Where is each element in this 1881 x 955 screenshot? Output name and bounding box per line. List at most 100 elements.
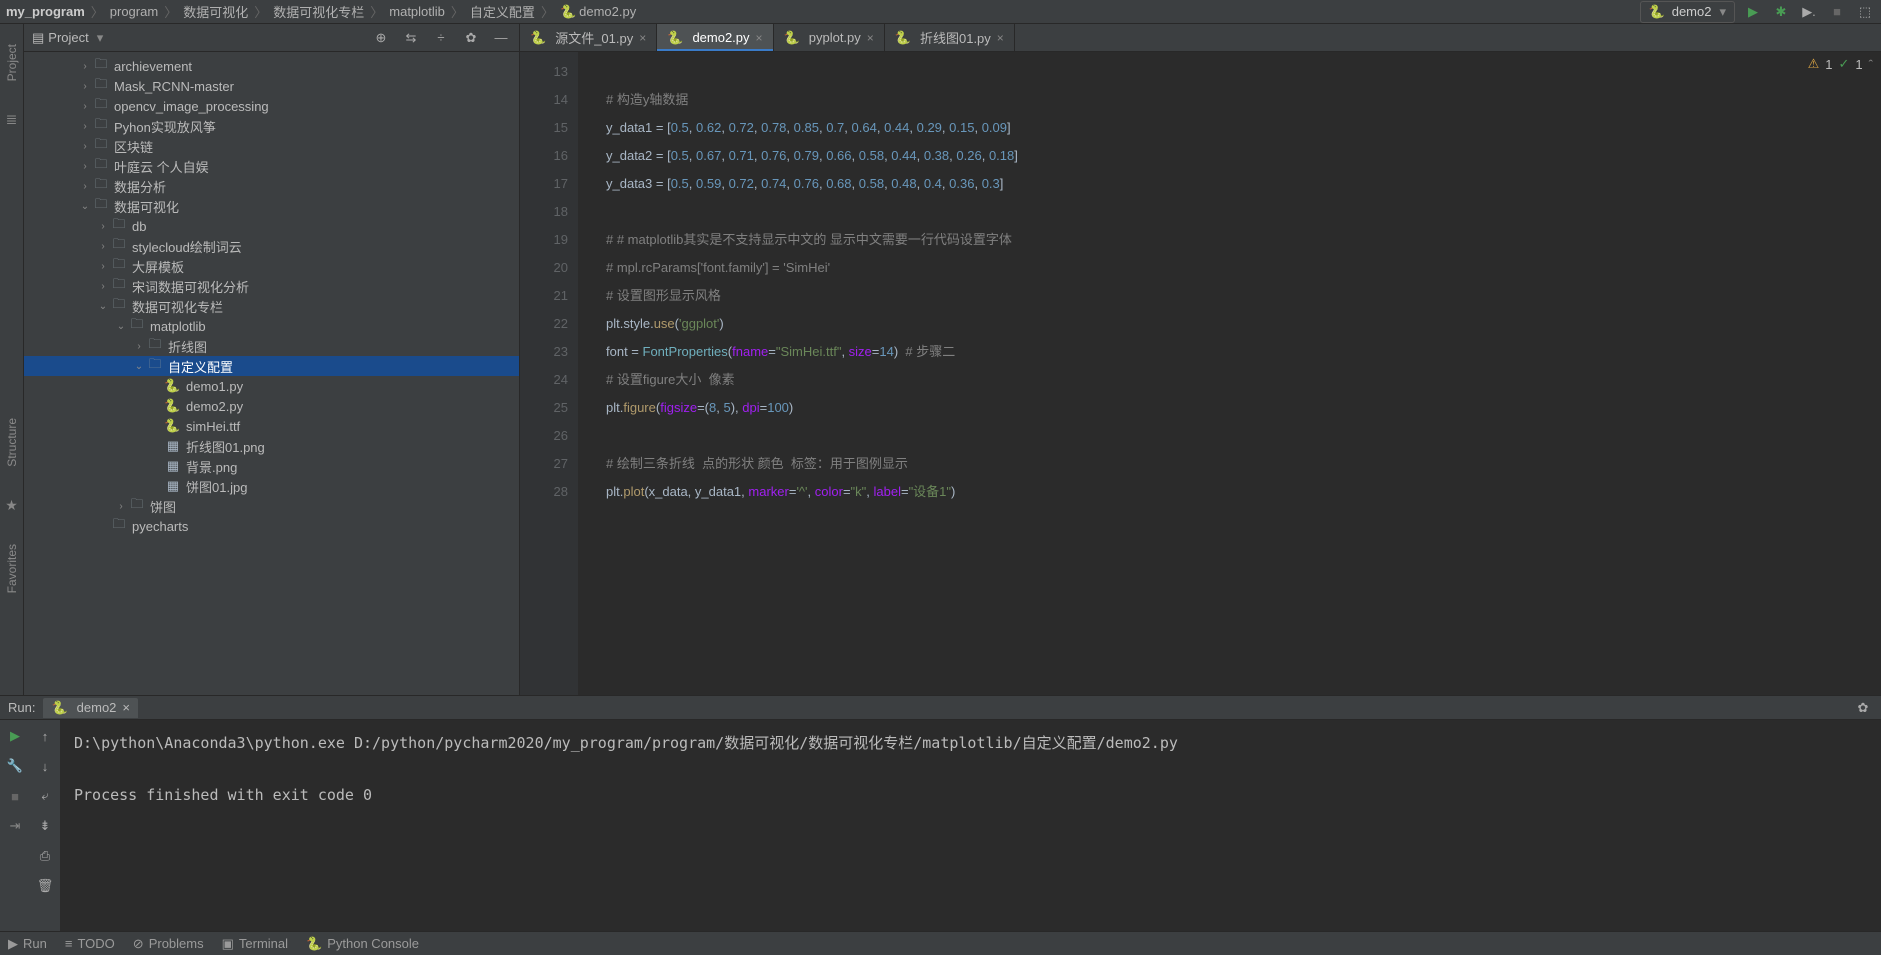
attach-button[interactable]: ▶.: [1799, 2, 1819, 22]
tree-item[interactable]: ›🗀Mask_RCNN-master: [24, 76, 519, 96]
breadcrumb-item[interactable]: program: [110, 4, 158, 19]
tree-arrow-icon[interactable]: ›: [132, 341, 146, 352]
tree-item[interactable]: 🐍demo2.py: [24, 396, 519, 416]
tree-item-label: stylecloud绘制词云: [132, 237, 242, 256]
structure-tool-tab[interactable]: Structure: [5, 418, 19, 467]
tree-item[interactable]: ›🗀饼图: [24, 496, 519, 516]
scroll-icon[interactable]: ⇟: [35, 816, 55, 836]
code-content[interactable]: # 构造y轴数据y_data1 = [0.5, 0.62, 0.72, 0.78…: [578, 52, 1881, 695]
down-arrow-icon[interactable]: ↓: [35, 756, 55, 776]
tree-item[interactable]: 🗀pyecharts: [24, 516, 519, 536]
python-console-bottom-tab[interactable]: 🐍Python Console: [306, 936, 419, 952]
run-output[interactable]: D:\python\Anaconda3\python.exe D:/python…: [60, 720, 1881, 931]
todo-bottom-tab[interactable]: ≡TODO: [65, 936, 115, 951]
structure-icon[interactable]: ≣: [6, 111, 18, 128]
close-icon[interactable]: ×: [997, 31, 1004, 45]
breadcrumb-item[interactable]: matplotlib: [389, 4, 445, 19]
tree-item[interactable]: 🐍simHei.ttf: [24, 416, 519, 436]
tree-item[interactable]: ›🗀stylecloud绘制词云: [24, 236, 519, 256]
tree-item[interactable]: ›🗀区块链: [24, 136, 519, 156]
tree-arrow-icon[interactable]: ›: [78, 61, 92, 72]
close-icon[interactable]: ×: [122, 700, 130, 715]
editor-tab[interactable]: 🐍源文件_01.py×: [520, 24, 657, 51]
tree-arrow-icon[interactable]: ⌄: [96, 301, 110, 312]
inspection-status[interactable]: ⚠1 ✓1 ˆ: [1808, 56, 1873, 72]
soft-wrap-icon[interactable]: ⤶: [35, 786, 55, 806]
exit-icon[interactable]: ⇥: [5, 816, 25, 836]
tree-item[interactable]: ⌄🗀数据可视化: [24, 196, 519, 216]
print-icon[interactable]: ⎙: [35, 846, 55, 866]
warning-count: 1: [1825, 57, 1832, 72]
tree-item[interactable]: ›🗀数据分析: [24, 176, 519, 196]
run-tab[interactable]: 🐍 demo2 ×: [43, 698, 138, 718]
tree-item[interactable]: ›🗀archievement: [24, 56, 519, 76]
breadcrumb-item[interactable]: 数据可视化专栏: [273, 2, 364, 21]
tree-arrow-icon[interactable]: ›: [96, 241, 110, 252]
editor-tab[interactable]: 🐍pyplot.py×: [774, 24, 885, 51]
tree-item[interactable]: ›🗀Pyhon实现放风筝: [24, 116, 519, 136]
tree-item[interactable]: ⌄🗀数据可视化专栏: [24, 296, 519, 316]
gear-icon[interactable]: ✿: [461, 28, 481, 48]
tree-item[interactable]: ›🗀折线图: [24, 336, 519, 356]
wrench-icon[interactable]: 🔧: [5, 756, 25, 776]
tree-arrow-icon[interactable]: ›: [78, 141, 92, 152]
expand-icon[interactable]: ⇆: [401, 28, 421, 48]
chevron-down-icon[interactable]: [93, 30, 104, 46]
tree-arrow-icon[interactable]: ›: [78, 81, 92, 92]
code-editor[interactable]: 13141516171819202122232425262728 # 构造y轴数…: [520, 52, 1881, 695]
tree-arrow-icon[interactable]: ›: [96, 221, 110, 232]
tree-arrow-icon[interactable]: ›: [78, 181, 92, 192]
collapse-icon[interactable]: ÷: [431, 28, 451, 48]
hide-icon[interactable]: —: [491, 28, 511, 48]
tree-item[interactable]: ▦饼图01.jpg: [24, 476, 519, 496]
tree-item[interactable]: ▦背景.png: [24, 456, 519, 476]
close-icon[interactable]: ×: [867, 31, 874, 45]
tree-item[interactable]: ⌄🗀matplotlib: [24, 316, 519, 336]
close-icon[interactable]: ×: [639, 31, 646, 45]
tree-arrow-icon[interactable]: ⌄: [132, 361, 146, 372]
tree-arrow-icon[interactable]: ›: [78, 101, 92, 112]
favorites-tool-tab[interactable]: Favorites: [5, 544, 19, 593]
tree-item[interactable]: ▦折线图01.png: [24, 436, 519, 456]
up-arrow-icon[interactable]: ↑: [35, 726, 55, 746]
breadcrumb-item[interactable]: my_program: [6, 4, 85, 19]
project-tool-tab[interactable]: Project: [5, 44, 19, 81]
terminal-bottom-tab[interactable]: ▣Terminal: [222, 936, 288, 952]
tree-item[interactable]: ›🗀宋词数据可视化分析: [24, 276, 519, 296]
tree-item[interactable]: ›🗀db: [24, 216, 519, 236]
folder-icon: 🗀: [110, 295, 128, 317]
tree-arrow-icon[interactable]: ›: [78, 121, 92, 132]
rerun-button[interactable]: ▶: [5, 726, 25, 746]
favorites-icon[interactable]: ★: [5, 497, 18, 514]
tree-arrow-icon[interactable]: ⌄: [78, 201, 92, 212]
tree-arrow-icon[interactable]: ⌄: [114, 321, 128, 332]
tree-arrow-icon[interactable]: ›: [78, 161, 92, 172]
editor-tab[interactable]: 🐍demo2.py×: [657, 24, 773, 51]
tree-arrow-icon[interactable]: ›: [96, 261, 110, 272]
run-button[interactable]: ▶: [1743, 2, 1763, 22]
tree-arrow-icon[interactable]: ›: [96, 281, 110, 292]
problems-bottom-tab[interactable]: ⊘Problems: [133, 936, 204, 952]
tree-item[interactable]: ›🗀大屏模板: [24, 256, 519, 276]
stop-button[interactable]: ■: [5, 786, 25, 806]
project-tree[interactable]: ›🗀archievement›🗀Mask_RCNN-master›🗀opencv…: [24, 52, 519, 695]
run-config-selector[interactable]: 🐍 demo2: [1640, 1, 1735, 23]
chevron-up-icon[interactable]: ˆ: [1869, 57, 1873, 72]
editor-tab[interactable]: 🐍折线图01.py×: [885, 24, 1015, 51]
tree-item[interactable]: ›🗀叶庭云 个人自娱: [24, 156, 519, 176]
tree-item[interactable]: ⌄🗀自定义配置: [24, 356, 519, 376]
gear-icon[interactable]: ✿: [1853, 698, 1873, 718]
locate-icon[interactable]: ⊕: [371, 28, 391, 48]
run-bottom-tab[interactable]: ▶Run: [8, 936, 47, 952]
stop-button[interactable]: ■: [1827, 2, 1847, 22]
trash-icon[interactable]: 🗑: [35, 876, 55, 896]
tree-arrow-icon[interactable]: ›: [114, 501, 128, 512]
debug-button[interactable]: ✱: [1771, 2, 1791, 22]
search-everywhere-button[interactable]: ⬚: [1855, 2, 1875, 22]
breadcrumb-item[interactable]: 自定义配置: [470, 2, 535, 21]
tree-item[interactable]: ›🗀opencv_image_processing: [24, 96, 519, 116]
breadcrumb-item[interactable]: 🐍demo2.py: [560, 4, 636, 20]
tree-item[interactable]: 🐍demo1.py: [24, 376, 519, 396]
close-icon[interactable]: ×: [756, 31, 763, 45]
breadcrumb-item[interactable]: 数据可视化: [183, 2, 248, 21]
